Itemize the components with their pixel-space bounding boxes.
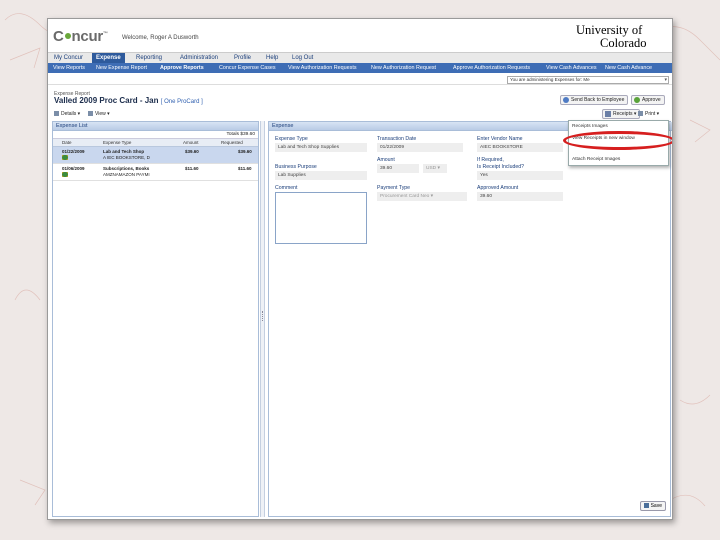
subnav-approve-authorization[interactable]: Approve Authorization Requests bbox=[453, 63, 530, 73]
subnav-view-authorization[interactable]: View Authorization Requests bbox=[288, 63, 357, 73]
approved-amount-field[interactable]: 39.60 bbox=[477, 192, 563, 201]
send-back-icon bbox=[563, 96, 569, 103]
col-date[interactable]: Date bbox=[62, 139, 72, 147]
approve-button[interactable]: Approve bbox=[631, 95, 665, 105]
table-row[interactable]: 01/22/2009 Lab and Tech Shop A IEC BOOKS… bbox=[53, 147, 258, 164]
print-menu[interactable]: Print ▾ bbox=[638, 110, 659, 119]
subnav-approve-reports[interactable]: Approve Reports bbox=[160, 63, 204, 73]
save-button[interactable]: Save bbox=[639, 501, 666, 511]
business-purpose-field[interactable]: Lab Supplies bbox=[275, 171, 367, 180]
subnav-expense-cases[interactable]: Concur Expense Cases bbox=[219, 63, 276, 73]
save-icon bbox=[643, 503, 649, 509]
splitter-grip-icon bbox=[262, 311, 264, 321]
details-menu[interactable]: Details ▾ bbox=[54, 110, 80, 119]
approved-amount-label: Approved Amount bbox=[477, 185, 519, 191]
subnav-view-reports[interactable]: View Reports bbox=[53, 63, 85, 73]
subnav-new-cash-advance[interactable]: New Cash Advance bbox=[605, 63, 652, 73]
panel-splitter[interactable] bbox=[260, 121, 265, 517]
checkmark-icon bbox=[634, 96, 640, 103]
col-requested[interactable]: Requested bbox=[221, 139, 243, 147]
subnav-new-authorization[interactable]: New Authorization Request bbox=[371, 63, 436, 73]
expense-list-title: Expense List bbox=[53, 122, 258, 131]
concur-logo-dot-icon bbox=[64, 33, 71, 40]
col-expense-type[interactable]: Expense Type bbox=[103, 139, 131, 147]
view-menu[interactable]: View ▾ bbox=[88, 110, 110, 119]
receipt-included-label: Is Receipt Included? bbox=[477, 164, 525, 170]
transaction-date-label: Transaction Date bbox=[377, 136, 417, 142]
welcome-text: Welcome, Roger A Dusworth bbox=[122, 35, 199, 41]
main-nav: My Concur Expense Reporting Administrati… bbox=[48, 52, 672, 64]
receipt-included-field[interactable]: Yes bbox=[477, 171, 563, 180]
expense-list-panel: Expense List Totals $39.60 Date Expense … bbox=[52, 121, 259, 517]
payment-type-label: Payment Type bbox=[377, 185, 411, 191]
business-purpose-label: Business Purpose bbox=[275, 164, 317, 170]
expense-type-label: Expense Type bbox=[275, 136, 308, 142]
sub-nav: View Reports New Expense Report Approve … bbox=[48, 63, 672, 73]
receipt-icon bbox=[605, 110, 611, 117]
admin-bar: You are administering Expenses for: Me ▾ bbox=[48, 74, 672, 85]
if-required-label: If Required, bbox=[477, 157, 504, 163]
menu-item-attach-receipt-images[interactable]: Attach Receipt Images bbox=[569, 155, 669, 165]
concur-window: Cncur™ Welcome, Roger A Dusworth Univers… bbox=[47, 18, 673, 520]
details-icon bbox=[54, 111, 59, 117]
chevron-down-icon: ▾ bbox=[664, 77, 667, 83]
expense-type-field[interactable]: Lab and Tech Shop Supplies bbox=[275, 143, 367, 152]
vendor-label: Enter Vendor Name bbox=[477, 136, 523, 142]
col-amount[interactable]: Amount bbox=[183, 139, 199, 147]
university-logo: University of Colorado bbox=[576, 23, 647, 50]
expense-totals: Totals $39.60 bbox=[53, 131, 258, 139]
concur-logo[interactable]: Cncur™ bbox=[53, 28, 108, 45]
subnav-new-expense-report[interactable]: New Expense Report bbox=[96, 63, 147, 73]
vendor-field[interactable]: AIEC BOOKSTORE bbox=[477, 143, 563, 152]
send-back-button[interactable]: Send Back to Employee bbox=[560, 95, 629, 105]
report-title-link[interactable]: [ One ProCard ] bbox=[161, 99, 203, 105]
report-title: Valled 2009 Proc Card - Jan [ One ProCar… bbox=[54, 96, 203, 105]
amount-field[interactable]: 39.60 bbox=[377, 164, 419, 173]
view-icon bbox=[88, 111, 93, 117]
highlight-ellipse bbox=[563, 131, 672, 150]
approved-icon bbox=[62, 155, 68, 160]
transaction-date-field[interactable]: 01/22/2009 bbox=[377, 143, 463, 152]
approved-icon bbox=[62, 172, 68, 177]
toolbar: Details ▾ View ▾ Receipts ▾ Print ▾ bbox=[48, 109, 672, 119]
print-icon bbox=[638, 111, 643, 117]
expense-list-header: Date Expense Type Amount Requested bbox=[53, 139, 258, 147]
payment-type-select[interactable]: Procurement Card Neo ▾ bbox=[377, 192, 467, 201]
currency-select[interactable]: USD ▾ bbox=[423, 164, 447, 173]
admin-select[interactable]: You are administering Expenses for: Me ▾ bbox=[507, 76, 669, 84]
comment-textarea[interactable] bbox=[275, 192, 367, 244]
table-row[interactable]: 01/06/2009 Subscriptions, Books AMZNAMAZ… bbox=[53, 164, 258, 181]
receipts-button[interactable]: Receipts ▾ bbox=[602, 109, 641, 119]
comment-label: Comment bbox=[275, 185, 298, 191]
amount-label: Amount bbox=[377, 157, 395, 163]
expense-detail-panel: Expense Expense Type Lab and Tech Shop S… bbox=[268, 121, 672, 517]
subnav-view-cash-advances[interactable]: View Cash Advances bbox=[546, 63, 597, 73]
